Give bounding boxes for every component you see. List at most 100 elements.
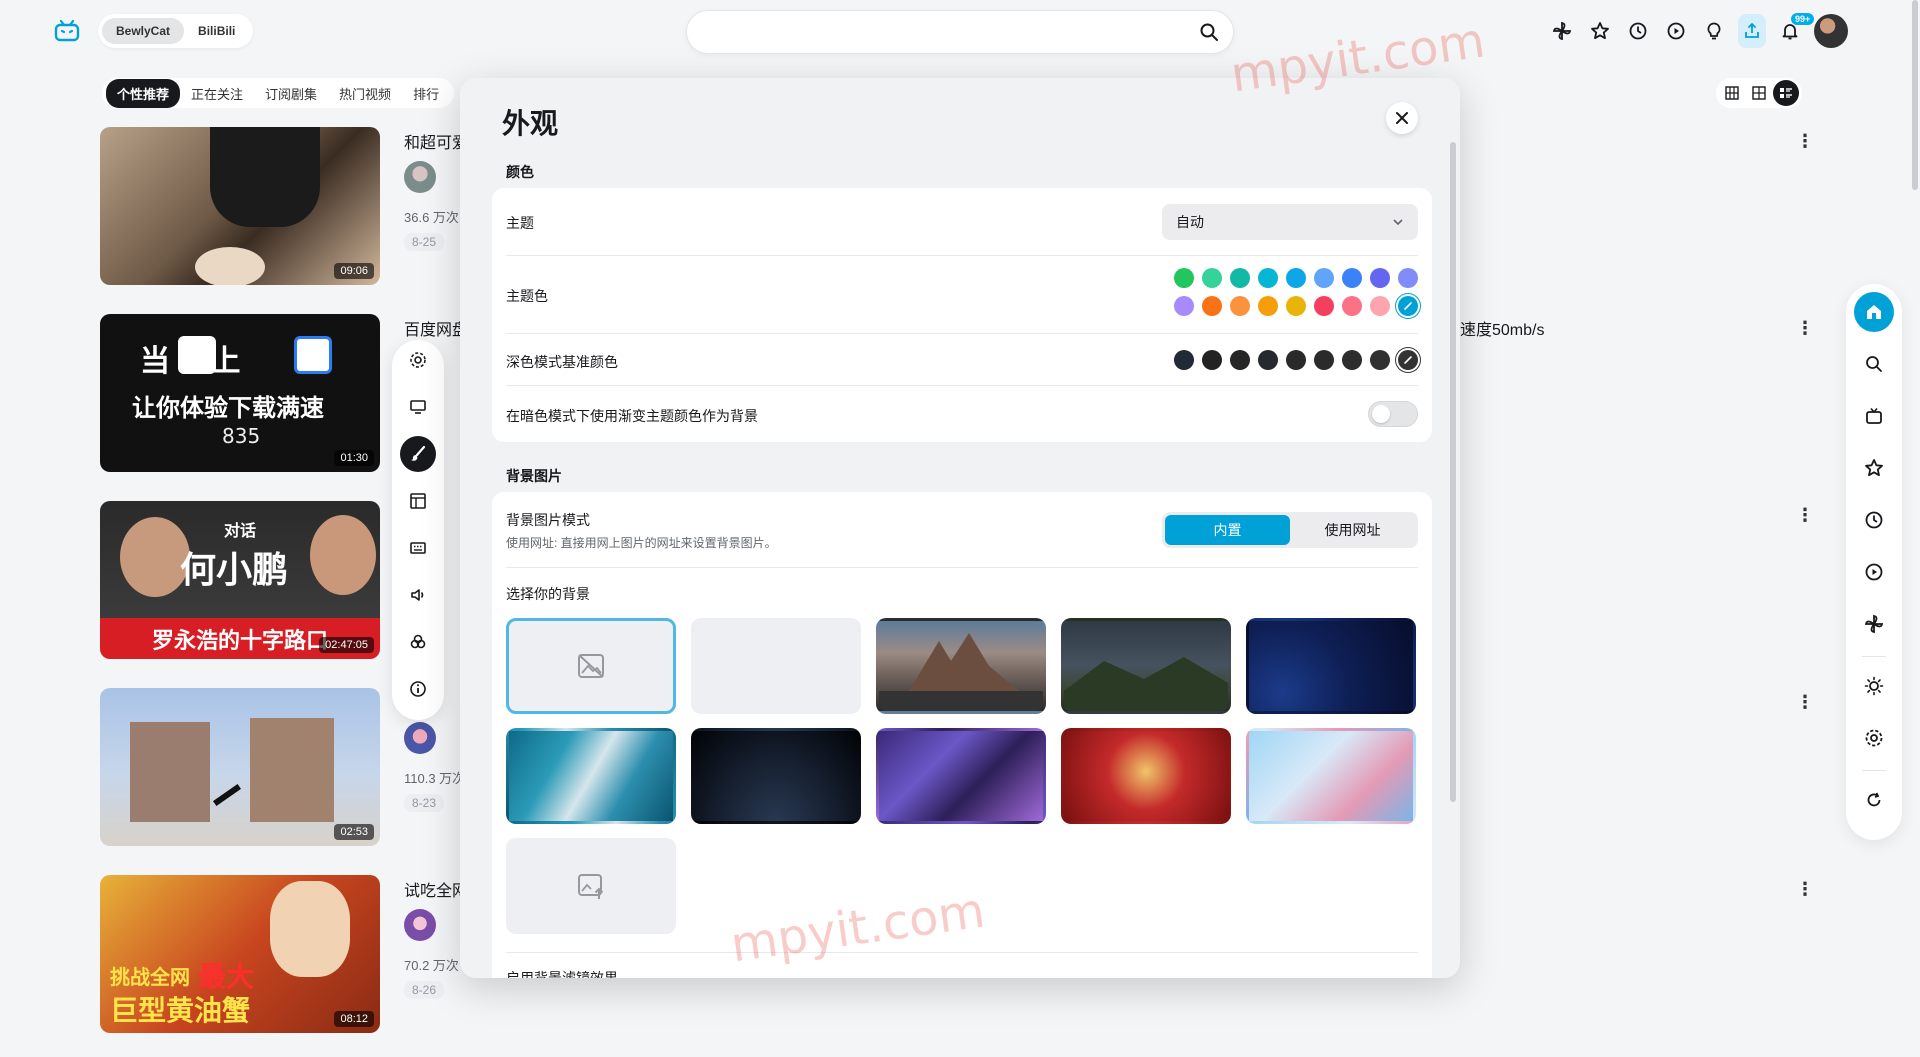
- dock-search[interactable]: [1854, 344, 1894, 384]
- user-avatar[interactable]: [1814, 14, 1848, 48]
- bg-mode-url[interactable]: 使用网址: [1290, 515, 1415, 545]
- settings-nav-keyboard[interactable]: [400, 530, 436, 566]
- color-swatch[interactable]: [1314, 296, 1334, 316]
- dock-theme-toggle[interactable]: [1854, 666, 1894, 706]
- settings-nav-desktop[interactable]: [400, 389, 436, 425]
- tab-ranking[interactable]: 排行: [402, 79, 450, 108]
- watch-later-button[interactable]: [1662, 14, 1690, 48]
- author-avatar[interactable]: [404, 909, 436, 941]
- notifications-button[interactable]: 99+: [1776, 12, 1816, 48]
- tab-trending[interactable]: 热门视频: [328, 79, 402, 108]
- bg-option-anime-red[interactable]: [1061, 728, 1231, 824]
- bg-option-none[interactable]: [506, 618, 676, 714]
- color-swatch[interactable]: [1342, 268, 1362, 288]
- color-swatch[interactable]: [1174, 296, 1194, 316]
- theme-select[interactable]: 自动: [1162, 204, 1418, 240]
- color-swatch[interactable]: [1286, 296, 1306, 316]
- tab-subscribed-series[interactable]: 订阅剧集: [254, 79, 328, 108]
- layout-grid-large[interactable]: [1746, 80, 1772, 106]
- color-swatch[interactable]: [1370, 268, 1390, 288]
- color-swatch[interactable]: [1258, 350, 1278, 370]
- page-scrollbar[interactable]: [1912, 0, 1918, 190]
- video-thumbnail[interactable]: 对话 何小鹏 罗永浩的十字路口 02:47:05: [100, 501, 380, 659]
- color-swatch[interactable]: [1174, 350, 1194, 370]
- color-swatch[interactable]: [1370, 350, 1390, 370]
- more-options-icon[interactable]: ⋮: [1796, 692, 1814, 713]
- color-swatch[interactable]: [1342, 350, 1362, 370]
- history-button[interactable]: [1624, 14, 1652, 48]
- custom-color-picker[interactable]: [1398, 350, 1418, 370]
- color-swatch[interactable]: [1230, 268, 1250, 288]
- dock-moments[interactable]: [1854, 604, 1894, 644]
- color-swatch[interactable]: [1230, 296, 1250, 316]
- settings-nav-layout[interactable]: [400, 483, 436, 519]
- tab-recommend[interactable]: 个性推荐: [106, 78, 181, 108]
- favorites-button[interactable]: [1586, 14, 1614, 48]
- color-swatch[interactable]: [1314, 350, 1334, 370]
- settings-nav-general[interactable]: [400, 342, 436, 378]
- settings-nav-about[interactable]: [400, 671, 436, 707]
- author-avatar[interactable]: [404, 161, 436, 193]
- upload-button[interactable]: [1738, 14, 1766, 48]
- gradient-toggle[interactable]: [1368, 401, 1418, 427]
- more-options-icon[interactable]: ⋮: [1796, 318, 1814, 339]
- tab-bilibili[interactable]: BiliBili: [184, 18, 249, 44]
- color-swatch[interactable]: [1398, 268, 1418, 288]
- color-swatch[interactable]: [1286, 350, 1306, 370]
- bg-option-anime-city[interactable]: [876, 728, 1046, 824]
- bg-mode-builtin[interactable]: 内置: [1165, 515, 1290, 545]
- color-swatch[interactable]: [1258, 268, 1278, 288]
- upload-background-button[interactable]: [506, 838, 676, 934]
- close-button[interactable]: [1386, 102, 1418, 134]
- video-thumbnail[interactable]: 当 遇上 让你体验下载满速 835 01:30: [100, 314, 380, 472]
- custom-color-picker[interactable]: [1398, 296, 1418, 316]
- color-swatch[interactable]: [1314, 268, 1334, 288]
- bg-option-earth-night[interactable]: [691, 728, 861, 824]
- dock-watch-later[interactable]: [1854, 552, 1894, 592]
- video-title[interactable]: 百度网盘: [404, 316, 468, 340]
- color-swatch[interactable]: [1230, 350, 1250, 370]
- dock-favorites[interactable]: [1854, 448, 1894, 488]
- video-thumbnail[interactable]: 02:53: [100, 688, 380, 846]
- video-title[interactable]: 试吃全网: [404, 877, 468, 901]
- dock-refresh[interactable]: [1854, 780, 1894, 820]
- bg-option-aerial-water[interactable]: [506, 728, 676, 824]
- bg-option-star-trails[interactable]: [1246, 618, 1416, 714]
- color-swatch[interactable]: [1202, 296, 1222, 316]
- color-swatch[interactable]: [1286, 268, 1306, 288]
- color-swatch[interactable]: [1370, 296, 1390, 316]
- dock-settings[interactable]: [1854, 718, 1894, 758]
- tab-following[interactable]: 正在关注: [180, 79, 254, 108]
- settings-nav-sound[interactable]: [400, 577, 436, 613]
- color-swatch[interactable]: [1174, 268, 1194, 288]
- settings-nav-compatibility[interactable]: [400, 624, 436, 660]
- search-icon[interactable]: [1199, 22, 1219, 42]
- color-swatch[interactable]: [1202, 268, 1222, 288]
- color-swatch[interactable]: [1342, 296, 1362, 316]
- more-options-icon[interactable]: ⋮: [1796, 505, 1814, 526]
- settings-nav-appearance[interactable]: [400, 436, 436, 472]
- video-title[interactable]: 和超可爱: [404, 129, 468, 153]
- author-avatar[interactable]: [404, 722, 436, 754]
- layout-grid-small[interactable]: [1719, 80, 1745, 106]
- tab-bewlycat[interactable]: BewlyCat: [102, 18, 185, 44]
- creative-center-button[interactable]: [1700, 14, 1728, 48]
- more-options-icon[interactable]: ⋮: [1796, 879, 1814, 900]
- dock-history[interactable]: [1854, 500, 1894, 540]
- video-thumbnail[interactable]: 挑战全网 最大 巨型黄油蟹 08:12: [100, 875, 380, 1033]
- layout-list[interactable]: [1773, 80, 1800, 106]
- bg-option-mountains[interactable]: [876, 618, 1046, 714]
- video-thumbnail[interactable]: 09:06: [100, 127, 380, 285]
- bg-option-blank[interactable]: [691, 618, 861, 714]
- moments-button[interactable]: [1548, 14, 1576, 48]
- dialog-scrollbar[interactable]: [1450, 142, 1456, 802]
- more-options-icon[interactable]: ⋮: [1796, 131, 1814, 152]
- color-swatch[interactable]: [1202, 350, 1222, 370]
- search-input[interactable]: [686, 10, 1234, 54]
- color-swatch[interactable]: [1258, 296, 1278, 316]
- dock-anime[interactable]: [1854, 396, 1894, 436]
- bilibili-logo-icon[interactable]: [54, 20, 80, 42]
- bg-option-starry-hills[interactable]: [1061, 618, 1231, 714]
- bg-option-anime-sky[interactable]: [1246, 728, 1416, 824]
- dock-home[interactable]: [1854, 292, 1894, 332]
